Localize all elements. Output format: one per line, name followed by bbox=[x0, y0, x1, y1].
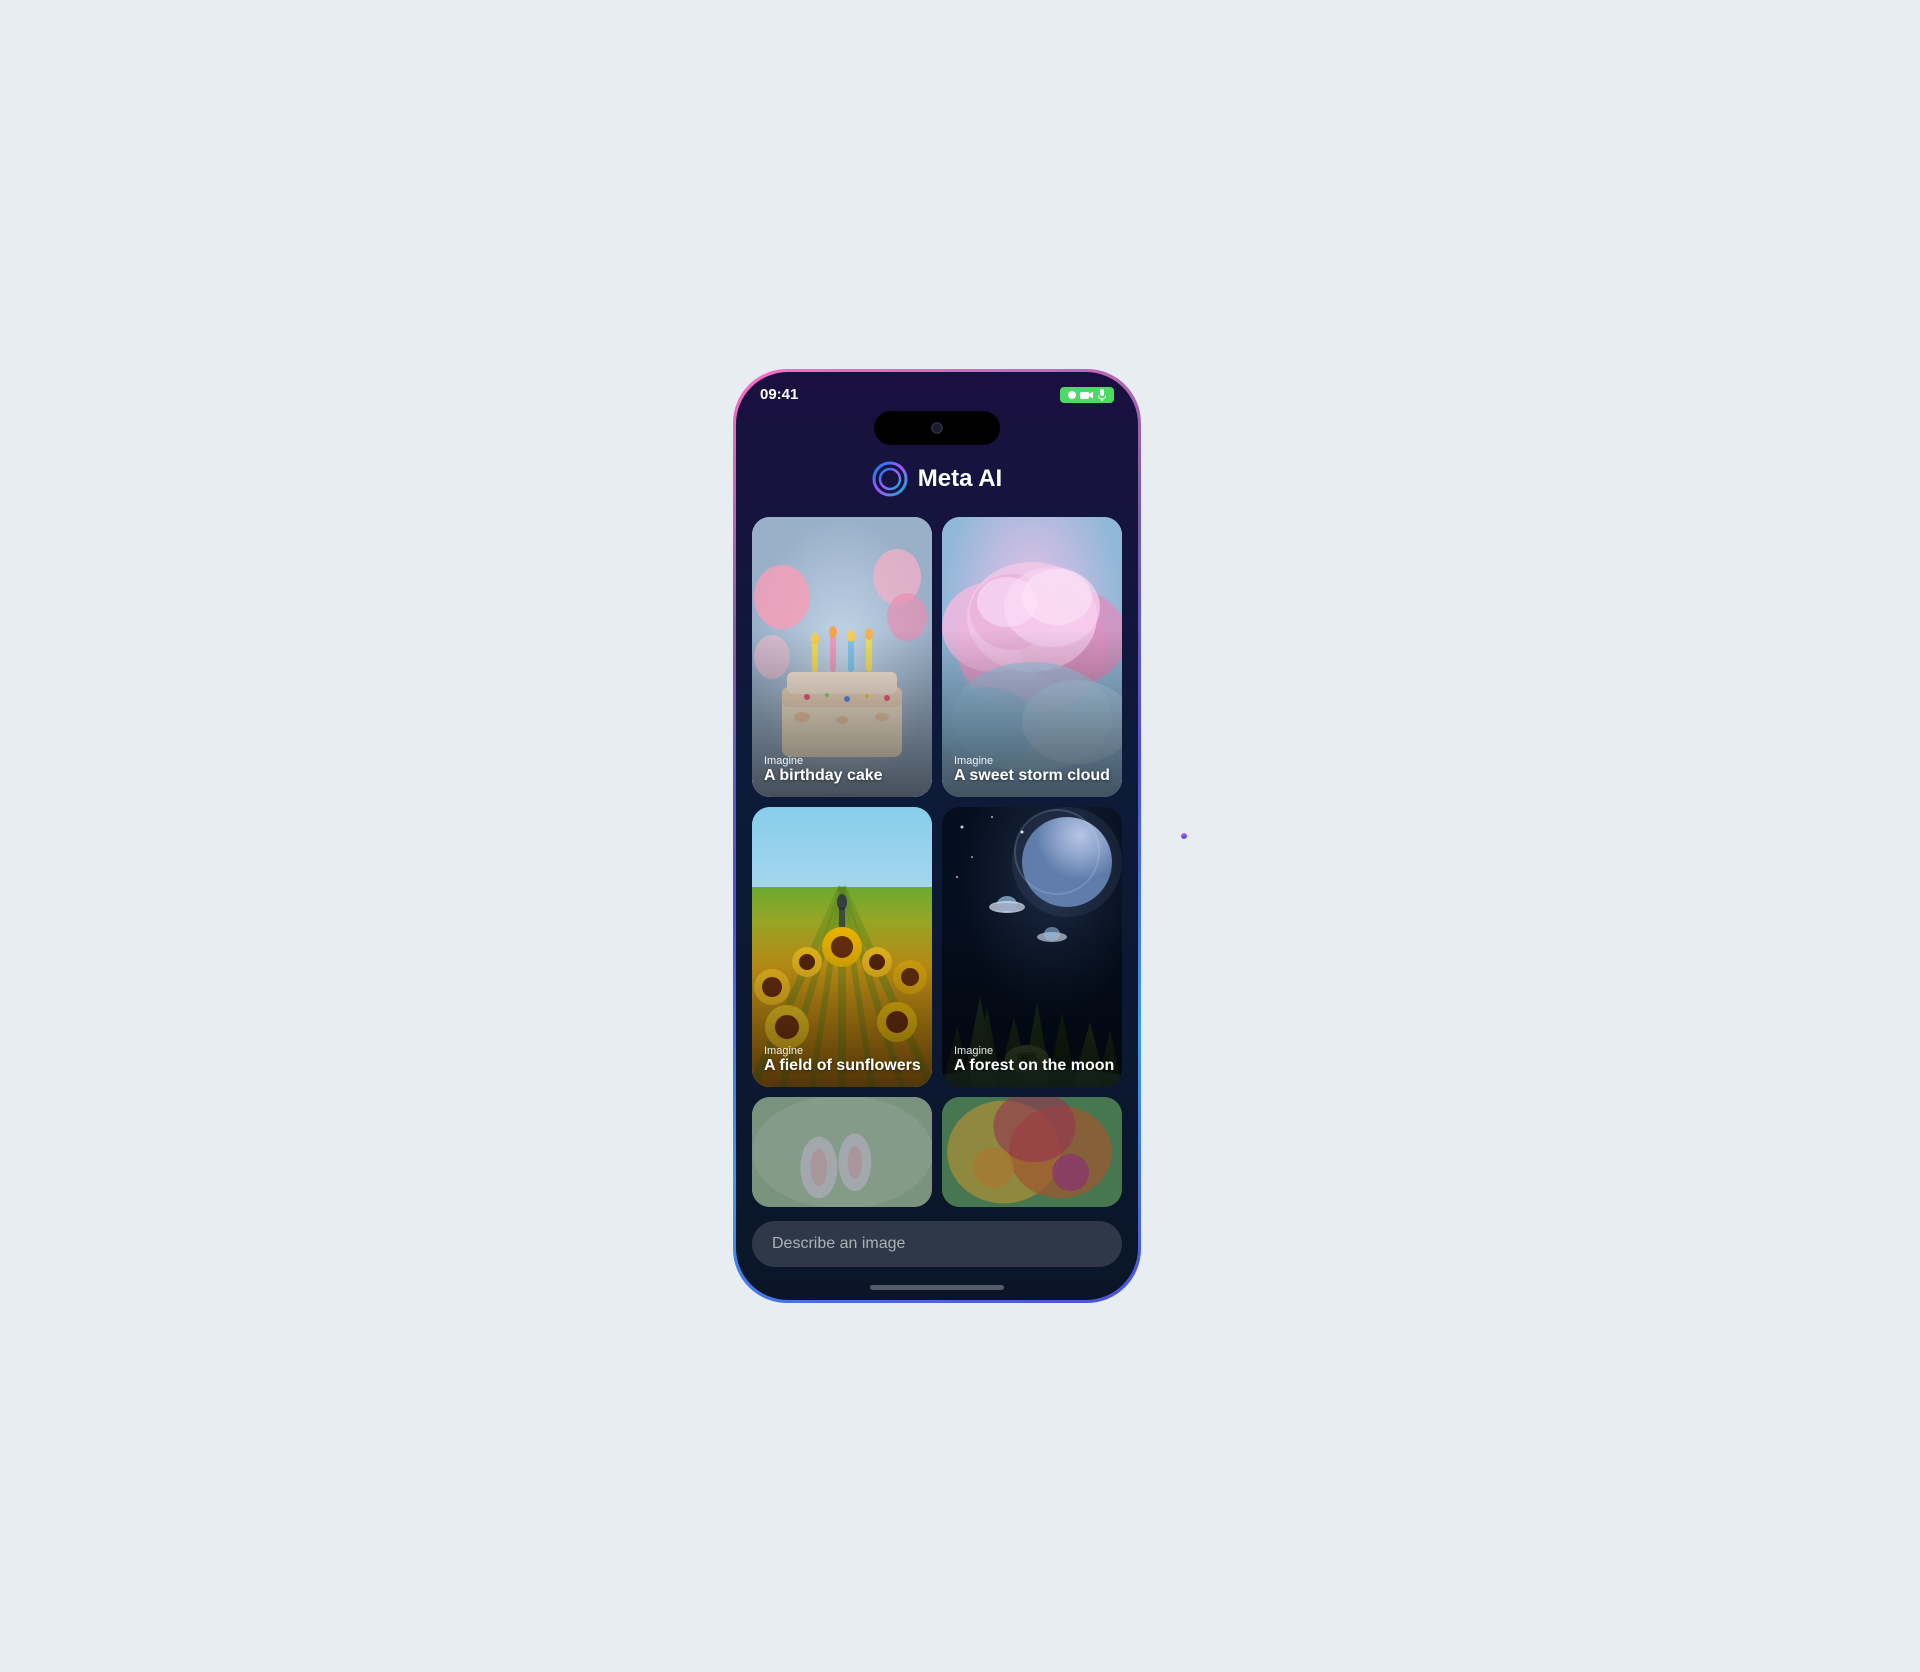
rec-dot bbox=[1068, 391, 1076, 399]
image-card-sunflowers[interactable]: Imagine A field of sunflowers bbox=[752, 807, 932, 1087]
imagine-label-cloud-main: A sweet storm cloud bbox=[954, 767, 1110, 785]
left-home-indicator bbox=[870, 1285, 1004, 1290]
image-grid: Imagine A birthday cake bbox=[736, 517, 1138, 1087]
image-label-sunflower: Imagine A field of sunflowers bbox=[764, 1045, 921, 1075]
partial-card-colorful[interactable] bbox=[942, 1097, 1122, 1207]
image-card-storm-cloud[interactable]: Imagine A sweet storm cloud bbox=[942, 517, 1122, 797]
meta-ai-header: Meta AI bbox=[736, 461, 1138, 517]
meta-ai-screen: 09:41 bbox=[736, 372, 1138, 1300]
left-status-bar: 09:41 bbox=[736, 372, 1138, 411]
colorful-scene bbox=[942, 1097, 1122, 1207]
partial-card-bunny[interactable] bbox=[752, 1097, 932, 1207]
describe-image-input[interactable]: Describe an image bbox=[752, 1221, 1122, 1267]
image-label-moon: Imagine A forest on the moon bbox=[954, 1045, 1114, 1075]
meta-logo bbox=[872, 461, 908, 497]
left-phone: 09:41 bbox=[736, 372, 1138, 1300]
imagine-label-sunflower-main: A field of sunflowers bbox=[764, 1057, 921, 1075]
recording-badge bbox=[1060, 387, 1114, 403]
left-phone-border: 09:41 bbox=[733, 369, 1141, 1303]
phones-container: 09:41 bbox=[733, 369, 1187, 1303]
camera-icon bbox=[1080, 390, 1094, 400]
imagine-label-moon-top: Imagine bbox=[954, 1045, 1114, 1057]
imagine-label-sunflower-top: Imagine bbox=[764, 1045, 921, 1057]
bunny-scene bbox=[752, 1097, 932, 1207]
front-camera bbox=[931, 422, 943, 434]
imagine-label-cake-main: A birthday cake bbox=[764, 767, 883, 785]
image-card-moon-forest[interactable]: Imagine A forest on the moon bbox=[942, 807, 1122, 1087]
input-placeholder: Describe an image bbox=[772, 1235, 905, 1252]
image-label-cake: Imagine A birthday cake bbox=[764, 755, 883, 785]
image-card-birthday-cake[interactable]: Imagine A birthday cake bbox=[752, 517, 932, 797]
mic-icon-small bbox=[1098, 389, 1106, 401]
left-time: 09:41 bbox=[760, 386, 798, 403]
imagine-label-cake-top: Imagine bbox=[764, 755, 883, 767]
image-label-cloud: Imagine A sweet storm cloud bbox=[954, 755, 1110, 785]
meta-ai-title: Meta AI bbox=[918, 465, 1002, 493]
imagine-label-cloud-top: Imagine bbox=[954, 755, 1110, 767]
status-right bbox=[1060, 387, 1114, 403]
imagine-label-moon-main: A forest on the moon bbox=[954, 1057, 1114, 1075]
partial-image-row bbox=[736, 1087, 1138, 1207]
right-phone-border: 09:41 bbox=[1181, 833, 1187, 839]
dynamic-island bbox=[874, 411, 1000, 445]
